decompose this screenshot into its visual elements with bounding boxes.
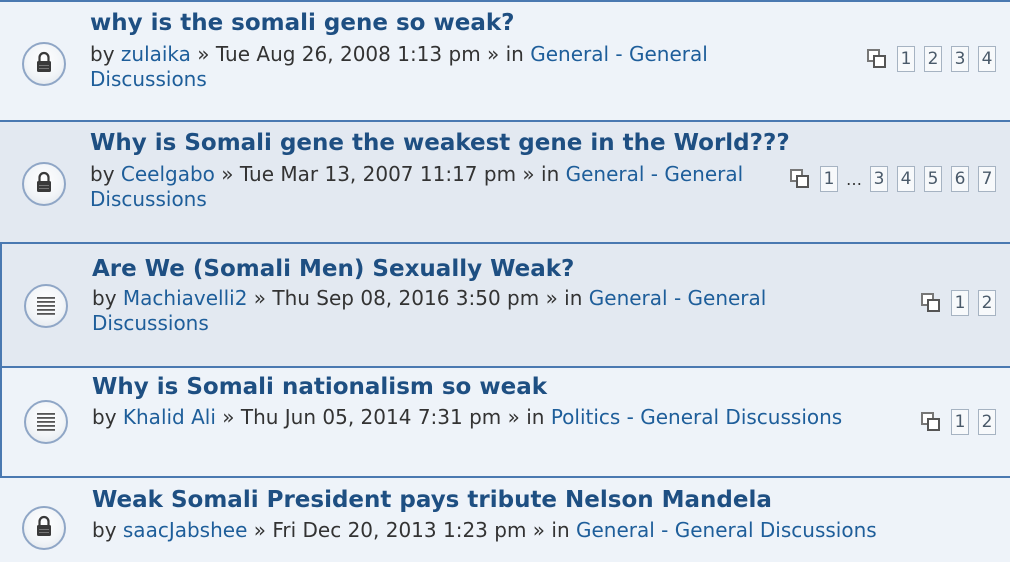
topic-meta: by Khalid Ali » Thu Jun 05, 2014 7:31 pm…	[92, 405, 872, 430]
topic-title[interactable]: Are We (Somali Men) Sexually Weak?	[92, 256, 574, 282]
pages-icon	[920, 411, 942, 433]
author-link[interactable]: Khalid Ali	[123, 405, 216, 429]
post-date: » Thu Jun 05, 2014 7:31 pm » in	[222, 405, 545, 429]
topic-title[interactable]: Weak Somali President pays tribute Nelso…	[92, 487, 772, 513]
pagination: 1 2 3 4	[866, 45, 996, 73]
by-label: by	[92, 405, 117, 429]
topic-meta: by Ceelgabo » Tue Mar 13, 2007 11:17 pm …	[90, 162, 770, 212]
topic-meta: by zulaika » Tue Aug 26, 2008 1:13 pm » …	[90, 42, 810, 92]
topic-title[interactable]: Why is Somali nationalism so weak	[92, 374, 547, 400]
topic-meta: by Machiavelli2 » Thu Sep 08, 2016 3:50 …	[92, 286, 872, 336]
by-label: by	[92, 518, 117, 542]
pages-icon	[920, 292, 942, 314]
topic-row: Why is Somali gene the weakest gene in t…	[0, 120, 1010, 242]
topic-title[interactable]: why is the somali gene so weak?	[90, 10, 514, 36]
topic-row: Are We (Somali Men) Sexually Weak? by Ma…	[0, 242, 1010, 366]
author-link[interactable]: zulaika	[121, 42, 191, 66]
post-date: » Tue Aug 26, 2008 1:13 pm » in	[197, 42, 524, 66]
page-ellipsis: …	[846, 169, 862, 189]
author-link[interactable]: saacJabshee	[123, 518, 247, 542]
author-link[interactable]: Ceelgabo	[121, 162, 215, 186]
pagination: 1 2	[920, 408, 996, 436]
lock-icon	[22, 506, 66, 550]
document-icon	[24, 400, 68, 444]
topic-row: why is the somali gene so weak? by zulai…	[0, 0, 1010, 120]
by-label: by	[92, 286, 117, 310]
topic-row: Why is Somali nationalism so weak by Kha…	[0, 366, 1010, 476]
topic-title[interactable]: Why is Somali gene the weakest gene in t…	[90, 130, 790, 156]
page-link[interactable]: 3	[870, 166, 888, 192]
lock-icon	[22, 162, 66, 206]
post-date: » Fri Dec 20, 2013 1:23 pm » in	[253, 518, 570, 542]
pagination: 1 2	[920, 289, 996, 317]
page-link[interactable]: 1	[951, 409, 969, 435]
page-link[interactable]: 2	[924, 46, 942, 72]
page-link[interactable]: 4	[978, 46, 996, 72]
page-link[interactable]: 3	[951, 46, 969, 72]
document-icon	[24, 284, 68, 328]
forum-link[interactable]: Politics - General Discussions	[551, 405, 842, 429]
pages-icon	[789, 168, 811, 190]
page-link[interactable]: 2	[978, 290, 996, 316]
by-label: by	[90, 162, 115, 186]
page-link[interactable]: 1	[820, 166, 838, 192]
page-link[interactable]: 7	[978, 166, 996, 192]
page-link[interactable]: 5	[924, 166, 942, 192]
forum-link[interactable]: General - General Discussions	[576, 518, 877, 542]
lock-icon	[22, 42, 66, 86]
author-link[interactable]: Machiavelli2	[123, 286, 248, 310]
pages-icon	[866, 48, 888, 70]
page-link[interactable]: 1	[951, 290, 969, 316]
topic-meta: by saacJabshee » Fri Dec 20, 2013 1:23 p…	[92, 518, 992, 543]
by-label: by	[90, 42, 115, 66]
post-date: » Thu Sep 08, 2016 3:50 pm » in	[253, 286, 583, 310]
page-link[interactable]: 4	[897, 166, 915, 192]
page-link[interactable]: 1	[897, 46, 915, 72]
page-link[interactable]: 6	[951, 166, 969, 192]
pagination: 1 … 3 4 5 6 7	[789, 165, 996, 193]
post-date: » Tue Mar 13, 2007 11:17 pm » in	[221, 162, 560, 186]
page-link[interactable]: 2	[978, 409, 996, 435]
topic-row: Weak Somali President pays tribute Nelso…	[0, 476, 1010, 562]
